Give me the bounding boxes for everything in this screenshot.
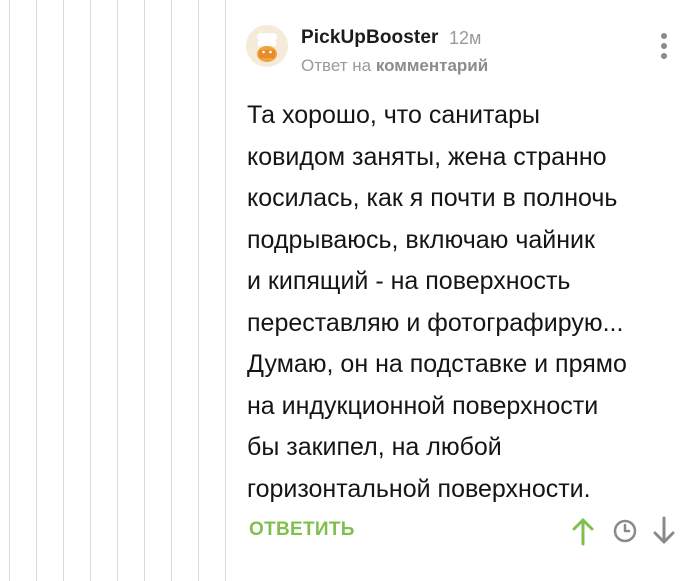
thread-line[interactable]: [9, 0, 10, 581]
clock-icon[interactable]: [612, 518, 638, 544]
avatar-image: [246, 25, 288, 67]
avatar[interactable]: [246, 25, 288, 67]
arrow-down-icon[interactable]: [651, 516, 677, 546]
comment-body: Та хорошо, что санитары ковидом заняты, …: [247, 101, 627, 503]
thread-line[interactable]: [117, 0, 118, 581]
thread-line[interactable]: [144, 0, 145, 581]
reply-to-link[interactable]: комментарий: [376, 56, 488, 75]
comment-time[interactable]: 12м: [449, 28, 481, 49]
thread-line[interactable]: [90, 0, 91, 581]
thread-line[interactable]: [225, 0, 226, 581]
thread-line[interactable]: [198, 0, 199, 581]
reply-to-info: Ответ на комментарий: [301, 56, 488, 76]
reply-button[interactable]: ОТВЕТИТЬ: [249, 519, 355, 541]
more-vertical-icon[interactable]: [654, 33, 674, 61]
thread-line[interactable]: [171, 0, 172, 581]
thread-line[interactable]: [36, 0, 37, 581]
reply-to-prefix: Ответ на: [301, 56, 372, 75]
thread-indent-lines: [0, 0, 240, 581]
thread-line[interactable]: [63, 0, 64, 581]
comment-author[interactable]: PickUpBooster: [301, 27, 439, 49]
arrow-up-icon[interactable]: [570, 516, 596, 546]
